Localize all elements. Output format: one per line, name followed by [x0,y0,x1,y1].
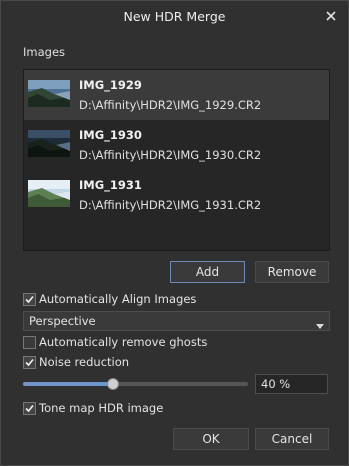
title-bar: New HDR Merge [1,1,348,33]
image-path: D:\Affinity\HDR2\IMG_1930.CR2 [79,148,262,162]
noise-value-text: 40 % [261,377,291,391]
noise-slider-handle[interactable] [107,378,119,390]
remove-ghosts-checkbox[interactable] [23,336,36,349]
ok-button[interactable]: OK [173,428,249,450]
add-button[interactable]: Add [170,261,245,283]
checkmark-icon [25,404,34,413]
remove-ghosts-label: Automatically remove ghosts [39,335,208,349]
image-thumbnail [28,180,70,207]
noise-value-field[interactable]: 40 % [255,374,328,394]
noise-slider-fill [23,382,113,386]
image-thumbnail [28,130,70,157]
image-name: IMG_1929 [79,78,142,92]
chevron-down-icon [316,318,324,332]
align-images-checkbox[interactable] [23,293,36,306]
dialog-title: New HDR Merge [123,9,226,24]
image-name: IMG_1931 [79,178,142,192]
image-list[interactable]: IMG_1929 D:\Affinity\HDR2\IMG_1929.CR2 I… [23,69,330,251]
list-item[interactable]: IMG_1929 D:\Affinity\HDR2\IMG_1929.CR2 [24,70,329,120]
align-images-label: Automatically Align Images [39,292,197,306]
tone-map-checkbox[interactable] [23,402,36,415]
image-name: IMG_1930 [79,128,142,142]
image-thumbnail [28,80,70,107]
new-hdr-merge-dialog: New HDR Merge Images IMG_1929 D:\Affinit… [0,0,349,466]
noise-reduction-checkbox[interactable] [23,356,36,369]
checkmark-icon [25,358,34,367]
align-mode-value: Perspective [29,314,96,328]
checkmark-icon [25,295,34,304]
image-path: D:\Affinity\HDR2\IMG_1931.CR2 [79,198,262,212]
list-item[interactable]: IMG_1930 D:\Affinity\HDR2\IMG_1930.CR2 [24,120,329,170]
remove-button[interactable]: Remove [255,261,329,283]
image-path: D:\Affinity\HDR2\IMG_1929.CR2 [79,98,262,112]
list-item[interactable]: IMG_1931 D:\Affinity\HDR2\IMG_1931.CR2 [24,170,329,220]
close-icon[interactable] [322,7,340,25]
tone-map-label: Tone map HDR image [39,401,164,415]
cancel-button[interactable]: Cancel [255,428,329,450]
noise-reduction-label: Noise reduction [39,355,130,369]
noise-slider-track[interactable] [23,382,248,386]
align-mode-select[interactable]: Perspective [23,311,330,331]
images-section-label: Images [23,45,66,59]
